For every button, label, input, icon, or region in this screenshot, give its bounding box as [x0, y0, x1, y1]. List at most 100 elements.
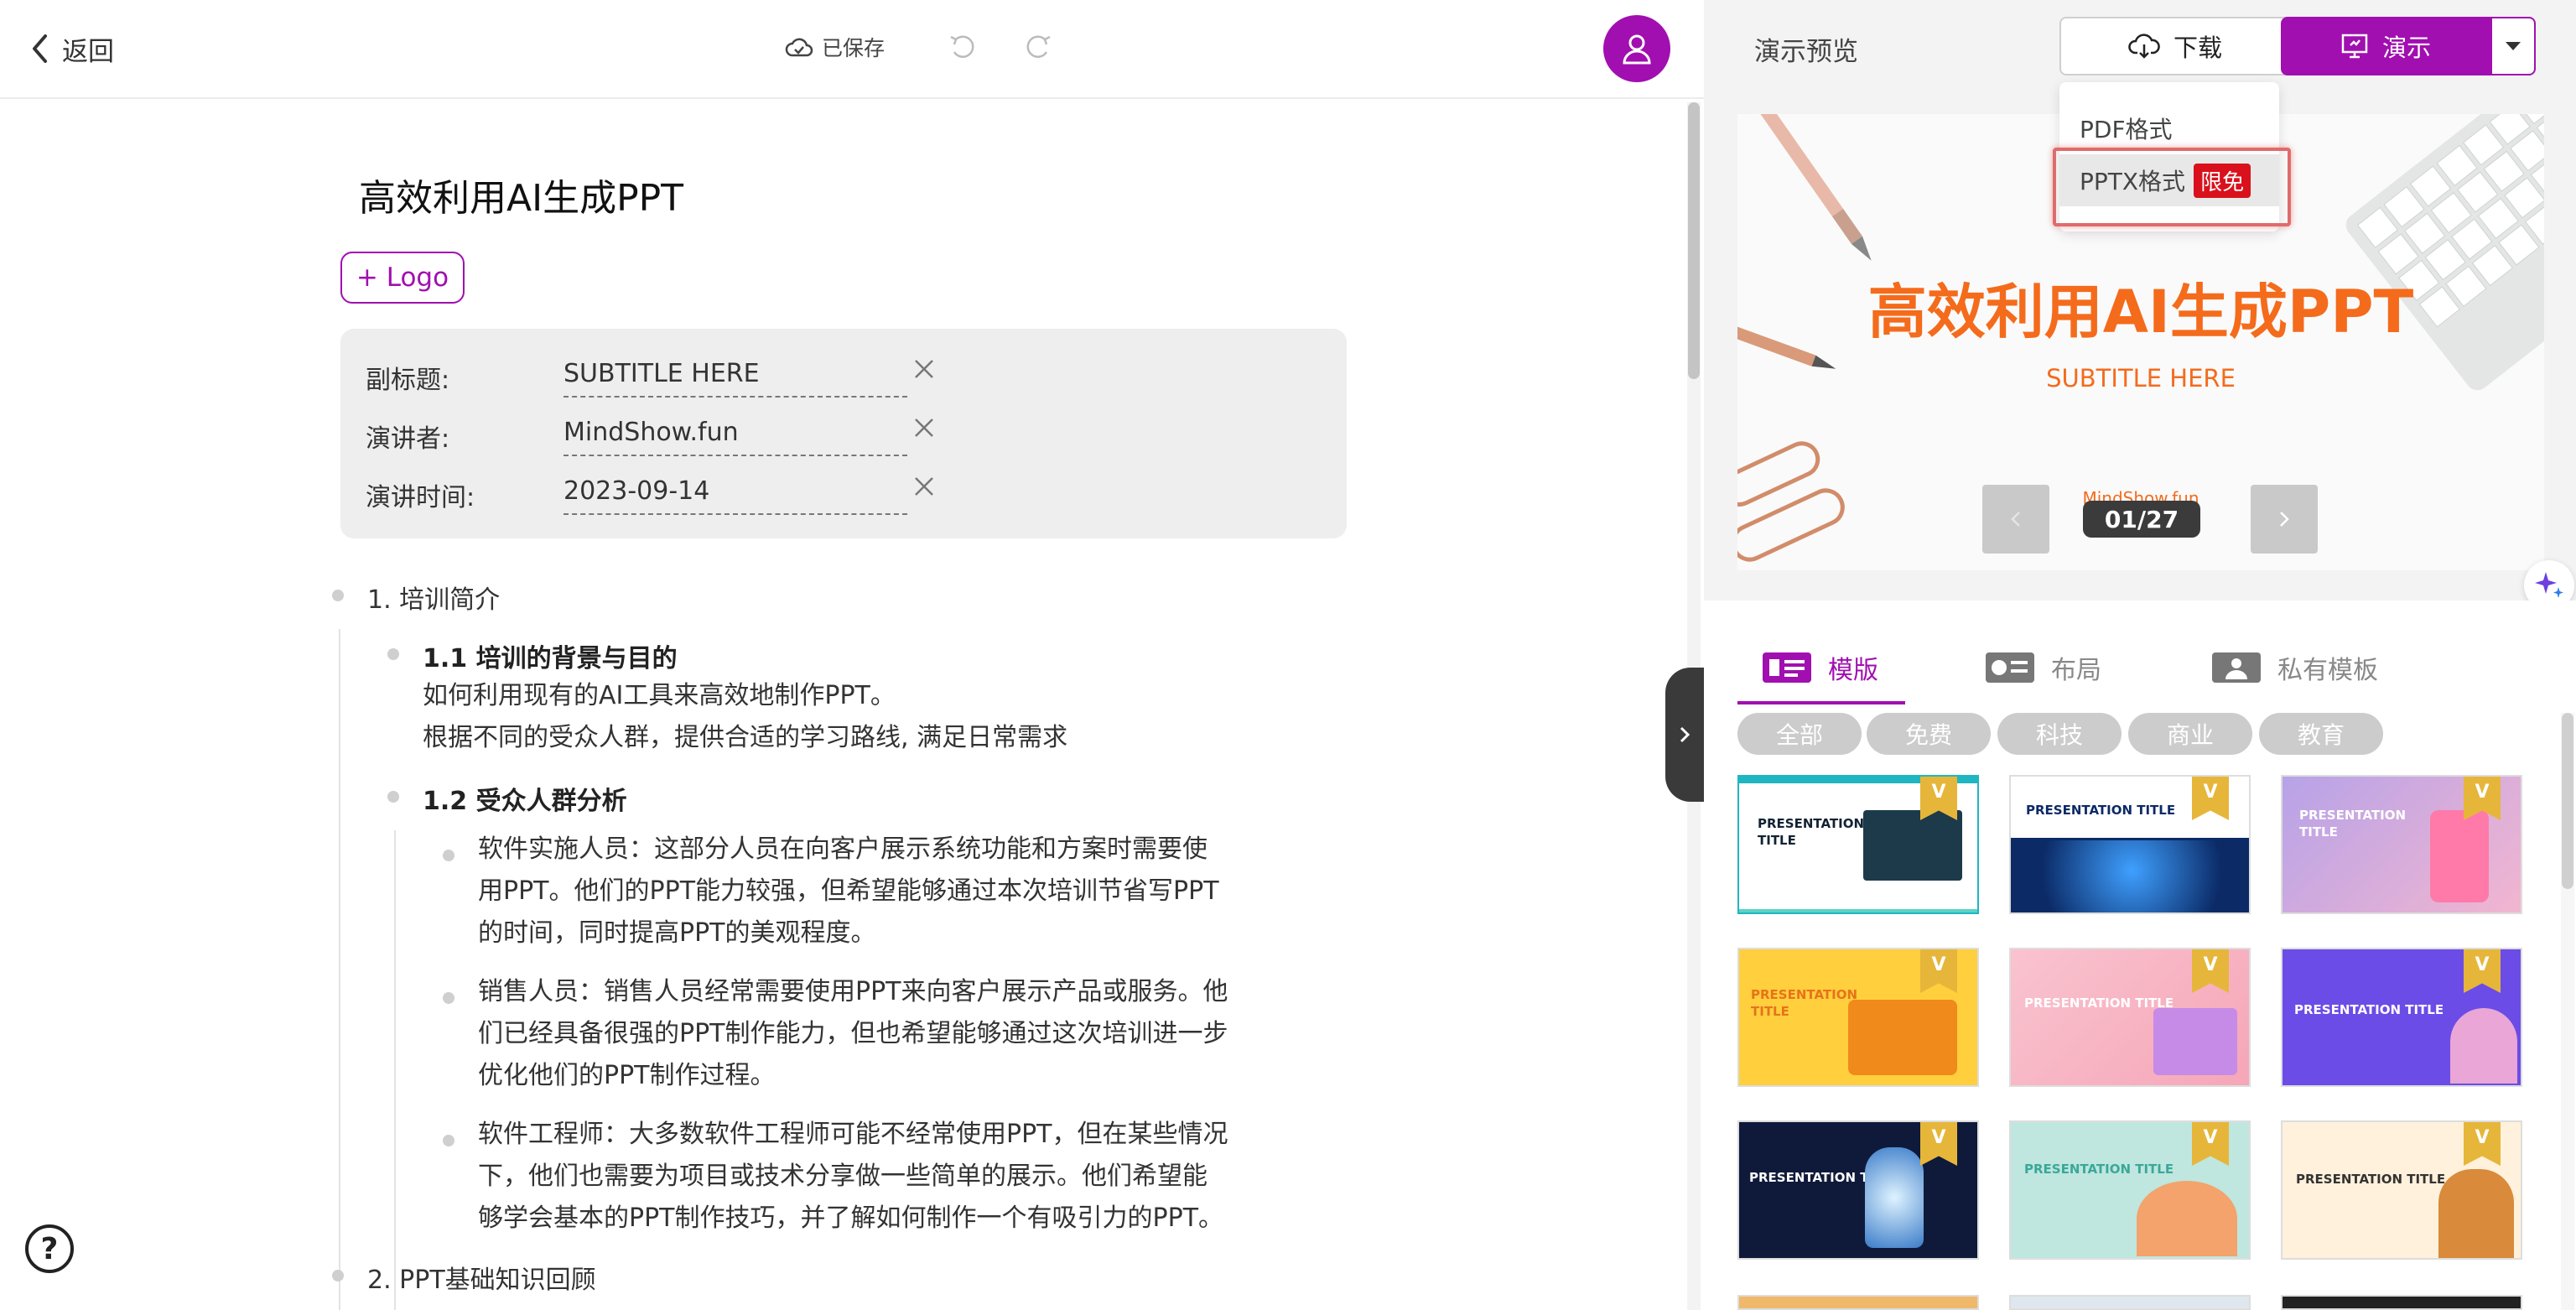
outline-editor: 返回 已保存 高效利用AI生成PPT + Logo 副标题: SUBTITLE …	[0, 0, 1704, 1310]
template-card[interactable]: PRESENTATION TITLE V	[2281, 775, 2522, 914]
cloud-download-icon	[2128, 34, 2160, 59]
template-card[interactable]: PRESENTATION TITLE V	[1737, 775, 1979, 914]
bullet-dot[interactable]	[443, 850, 454, 861]
template-card[interactable]: PRESENTATION TITLE V	[1737, 948, 1979, 1087]
template-title: PRESENTATION TITLE	[2024, 995, 2174, 1011]
outline-paragraph[interactable]: 如何利用现有的AI工具来高效地制作PPT。	[423, 675, 896, 717]
slide-title: 高效利用AI生成PPT	[1867, 278, 2414, 346]
save-status-label: 已保存	[822, 36, 886, 60]
document-title[interactable]: 高效利用AI生成PPT	[359, 168, 683, 221]
chevron-left-icon	[2011, 512, 2020, 527]
menu-item-pdf[interactable]: PDF格式	[2059, 102, 2279, 154]
outline-bullet-item[interactable]: 销售人员：销售人员经常需要使用PPT来向客户展示产品或服务。他 们已经具备很强的…	[478, 971, 1228, 1097]
bullet-dot[interactable]	[387, 791, 399, 803]
bullet-dot[interactable]	[332, 1270, 344, 1281]
add-logo-button[interactable]: + Logo	[340, 252, 465, 304]
template-card[interactable]: PRESENTATION TITLE V	[2009, 1120, 2251, 1260]
tab-layout[interactable]: 布局	[1986, 642, 2101, 693]
present-button[interactable]: 演示	[2281, 17, 2490, 75]
top-bar: 返回 已保存	[0, 0, 1704, 99]
filter-chip-tech[interactable]: 科技	[1997, 713, 2122, 755]
outline-text-line: 优化他们的PPT制作过程。	[478, 1061, 776, 1090]
prev-slide-button[interactable]	[1982, 485, 2049, 554]
template-title: PRESENTATION TITLE	[1758, 816, 1865, 848]
template-card[interactable]: PRESENTATION TITLE V	[2009, 775, 2251, 914]
outline-text-line: 软件工程师：大多数软件工程师可能不经常使用PPT，但在某些情况	[478, 1120, 1228, 1149]
date-field[interactable]: 2023-09-14	[564, 473, 907, 515]
meta-row-subtitle: 副标题: SUBTITLE HERE	[366, 356, 1330, 398]
cloud-check-icon	[785, 38, 813, 57]
redo-icon[interactable]	[1023, 32, 1053, 62]
layout-icon	[1986, 652, 2034, 683]
download-label: 下载	[2173, 34, 2222, 62]
bullet-dot[interactable]	[387, 648, 399, 660]
template-card[interactable]	[1737, 1295, 1979, 1310]
outline-section-1-2[interactable]: 1.2 受众人群分析	[423, 780, 627, 817]
tab-private-templates[interactable]: 私有模板	[2212, 642, 2378, 693]
outline-text-line: 下，他们也需要为项目或技术分享做一些简单的展示。他们希望能	[478, 1162, 1208, 1191]
template-card[interactable]	[2009, 1295, 2251, 1310]
template-card[interactable]: PRESENTATION TITLE V	[2281, 1120, 2522, 1260]
meta-row-speaker: 演讲者: MindShow.fun	[366, 414, 1330, 456]
template-title: PRESENTATION TITLE	[2024, 1162, 2174, 1177]
chevron-left-icon	[33, 34, 47, 63]
vip-badge: V	[2464, 949, 2501, 993]
download-button[interactable]: 下载	[2059, 17, 2291, 75]
template-title: PRESENTATION TITLE	[2026, 803, 2176, 818]
bullet-dot[interactable]	[443, 1135, 454, 1146]
slide-subtitle: SUBTITLE HERE	[2046, 364, 2236, 392]
template-title: PRESENTATION TITLE	[1751, 987, 1858, 1019]
back-button[interactable]: 返回	[30, 30, 114, 67]
bullet-dot[interactable]	[443, 992, 454, 1004]
outline-bullet-item[interactable]: 软件实施人员：这部分人员在向客户展示系统功能和方案时需要使 用PPT。他们的PP…	[478, 829, 1219, 954]
present-label: 演示	[2381, 34, 2431, 62]
chevron-right-icon	[2280, 512, 2289, 527]
presentation-icon	[2341, 34, 2368, 59]
undo-icon[interactable]	[948, 32, 978, 62]
outline-section-1-1[interactable]: 1.1 培训的背景与目的	[423, 637, 678, 674]
back-label: 返回	[62, 36, 114, 67]
vip-badge: V	[2192, 1122, 2229, 1166]
present-options-button[interactable]	[2490, 17, 2536, 75]
app-window: 返回 已保存 高效利用AI生成PPT + Logo 副标题: SUBTITLE …	[0, 0, 2576, 1310]
template-card[interactable]	[2281, 1295, 2522, 1310]
next-slide-button[interactable]	[2251, 485, 2318, 554]
active-tab-indicator	[1737, 701, 1905, 704]
outline-text-line: 软件实施人员：这部分人员在向客户展示系统功能和方案时需要使	[478, 834, 1208, 864]
template-card[interactable]: PRESENTATION TITLE V	[2009, 948, 2251, 1087]
help-button[interactable]: ?	[25, 1224, 74, 1273]
outline-guide-line	[339, 629, 340, 1310]
outline-section-2[interactable]: 2. PPT基础知识回顾	[367, 1259, 596, 1296]
speaker-field[interactable]: MindShow.fun	[564, 414, 907, 456]
sparkle-icon	[2535, 572, 2563, 598]
filter-chip-business[interactable]: 商业	[2128, 713, 2252, 755]
tab-label: 私有模板	[2277, 656, 2378, 685]
outline-text-line: 用PPT。他们的PPT能力较强，但希望能够通过本次培训节省写PPT	[478, 876, 1219, 906]
vip-badge: V	[2192, 949, 2229, 993]
outline-section-1[interactable]: 1. 培训简介	[367, 579, 500, 616]
template-title: PRESENTATION TITLE	[2294, 1002, 2444, 1017]
filter-chip-education[interactable]: 教育	[2259, 713, 2383, 755]
outline-paragraph[interactable]: 根据不同的受众人群，提供合适的学习路线, 满足日常需求	[423, 717, 1067, 759]
outline-bullet-item[interactable]: 软件工程师：大多数软件工程师可能不经常使用PPT，但在某些情况 下，他们也需要为…	[478, 1114, 1228, 1240]
save-status: 已保存	[785, 32, 885, 62]
preview-panel: 演示预览 下载 演示 高效利用AI生成PPT SUBTITLE HERE Min…	[1704, 0, 2576, 1310]
editor-scrollbar-thumb[interactable]	[1688, 102, 1700, 379]
tab-templates[interactable]: 模版	[1763, 642, 1878, 693]
close-icon[interactable]	[911, 414, 937, 441]
filter-chip-free[interactable]: 免费	[1867, 713, 1991, 755]
preview-heading: 演示预览	[1754, 37, 1858, 67]
vip-badge: V	[1920, 1122, 1957, 1166]
close-icon[interactable]	[911, 356, 937, 382]
close-icon[interactable]	[911, 473, 937, 500]
vip-badge: V	[1920, 949, 1957, 993]
template-scrollbar-thumb[interactable]	[2562, 713, 2573, 889]
filter-chip-all[interactable]: 全部	[1737, 713, 1862, 755]
template-card[interactable]: PRESENTATION TITLE V	[1737, 1120, 1979, 1260]
subtitle-field[interactable]: SUBTITLE HERE	[564, 356, 907, 398]
document-body: 高效利用AI生成PPT + Logo 副标题: SUBTITLE HERE 演讲…	[0, 101, 1685, 1310]
bullet-dot[interactable]	[332, 590, 344, 601]
user-avatar[interactable]	[1603, 15, 1670, 82]
collapse-panel-button[interactable]	[1665, 668, 1704, 802]
template-card[interactable]: PRESENTATION TITLE V	[2281, 948, 2522, 1087]
